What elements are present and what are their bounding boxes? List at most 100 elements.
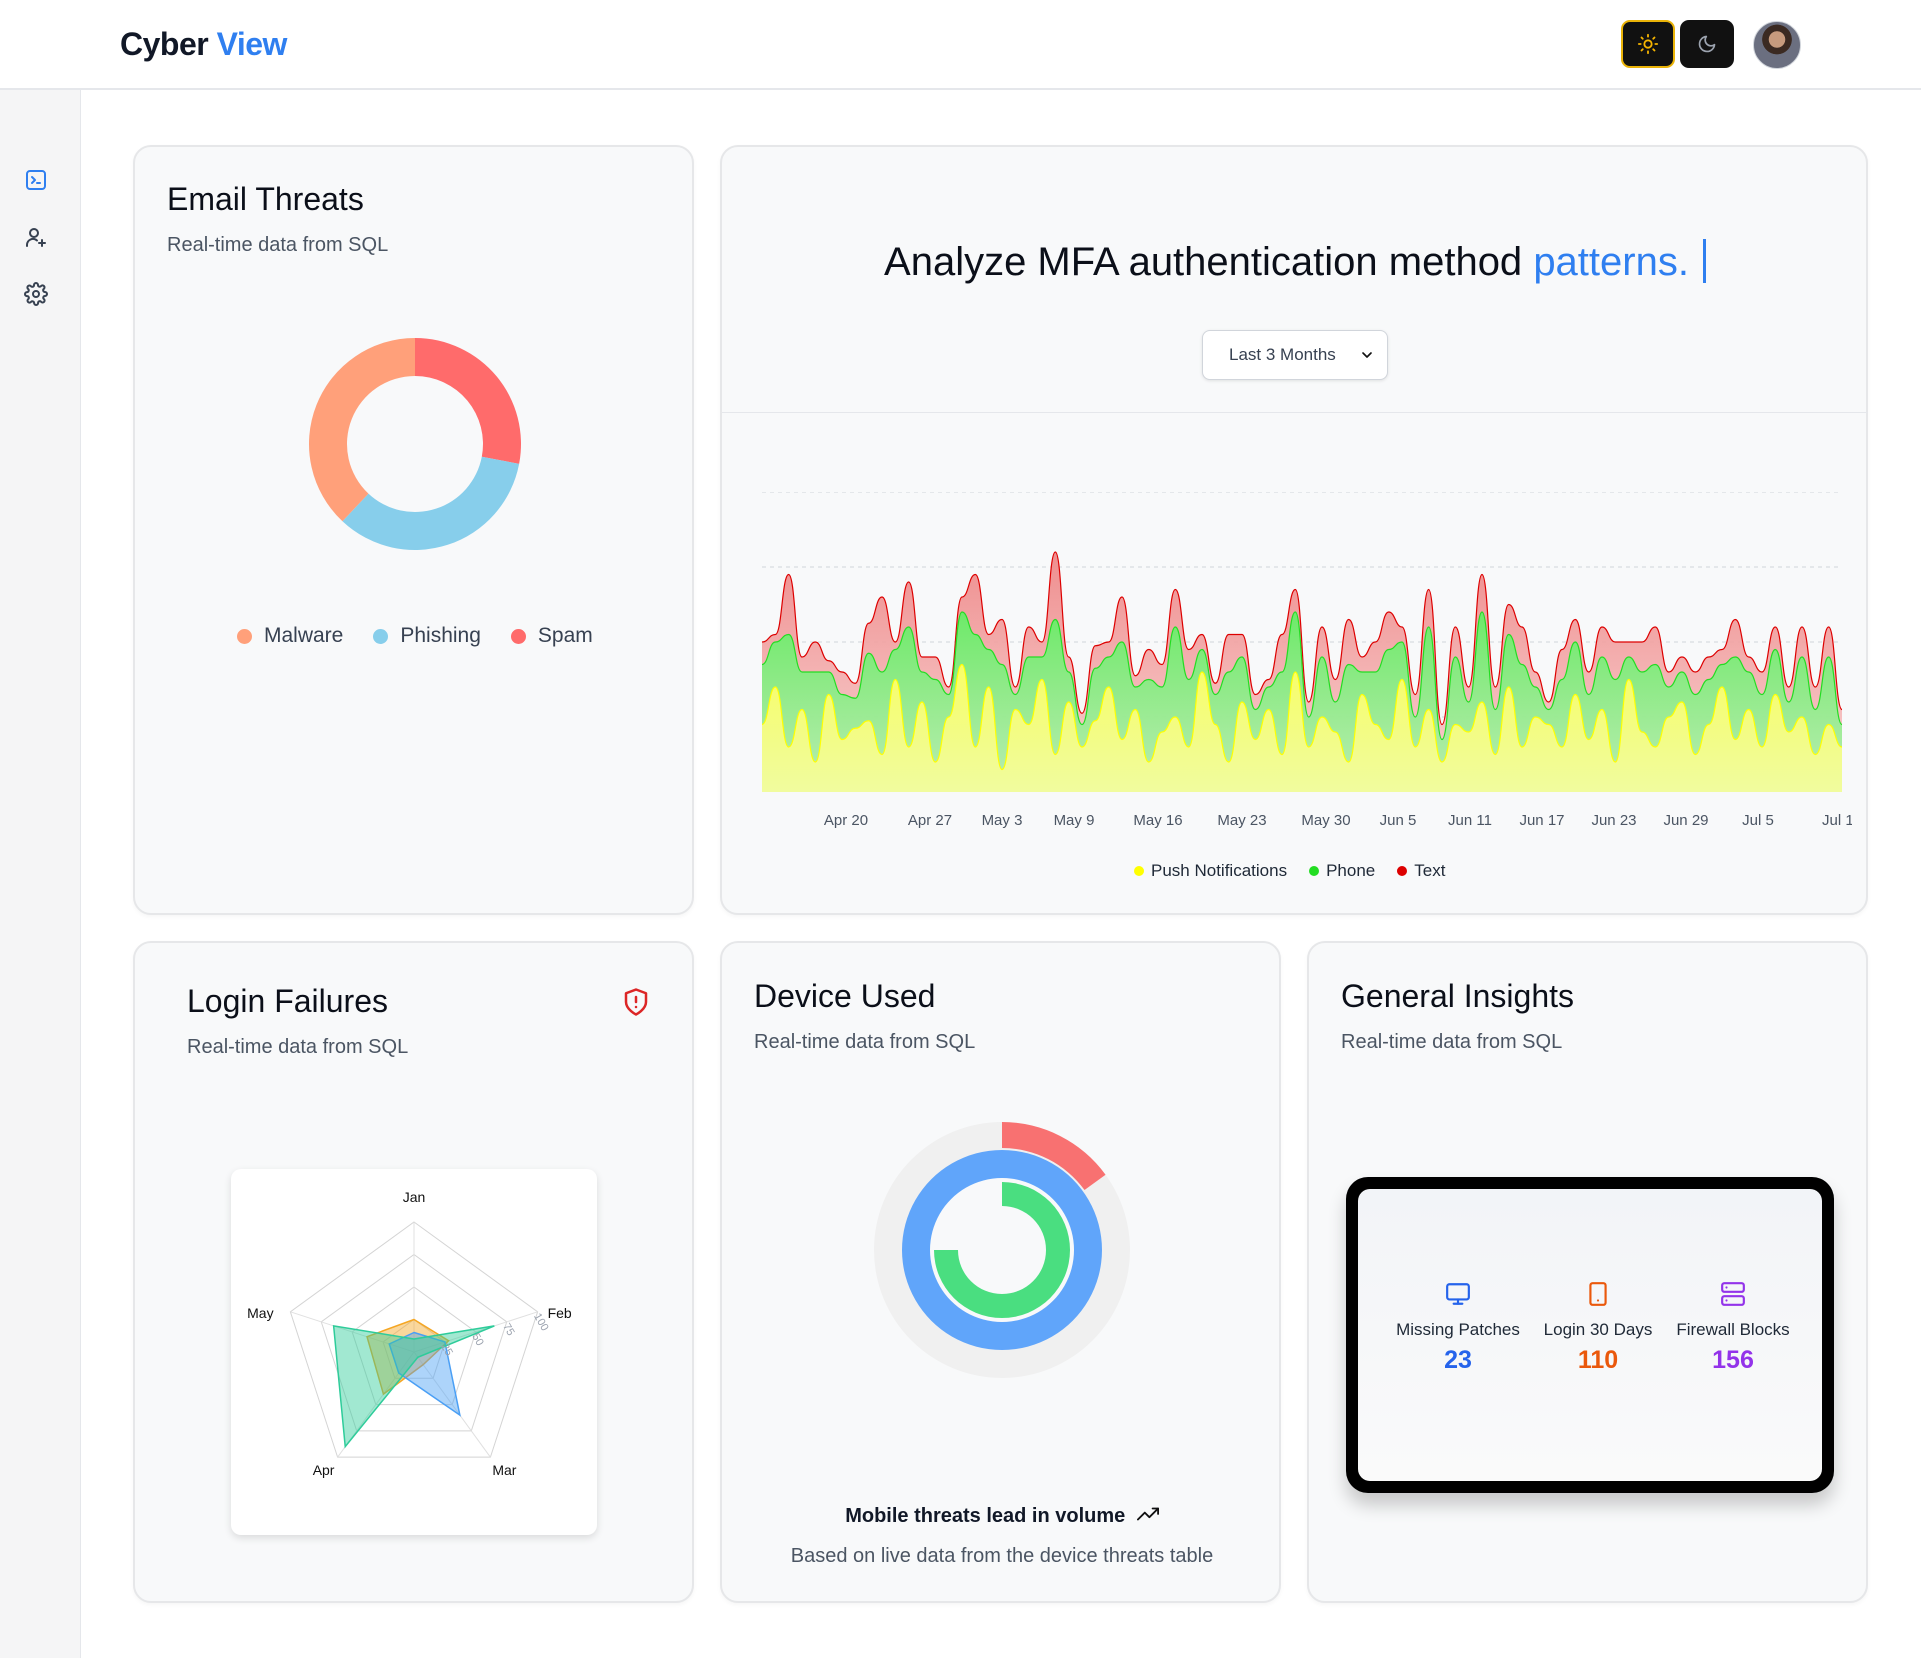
legend-item-malware[interactable]: Malware xyxy=(237,624,343,648)
legend-label: Text xyxy=(1414,861,1446,880)
card-title: General Insights xyxy=(1341,978,1575,1014)
stat-missing-patches[interactable]: Missing Patches 23 xyxy=(1388,1281,1528,1375)
mfa-patterns-card: Analyze MFA authentication method patter… xyxy=(720,145,1868,915)
stat-login-30-days[interactable]: Login 30 Days 110 xyxy=(1528,1281,1668,1375)
sidebar-item-settings[interactable] xyxy=(22,280,50,308)
donut-slice-spam[interactable] xyxy=(415,338,521,464)
radar-chart-panel: 25 50 75 100 Jan Feb Mar Apr May xyxy=(231,1169,597,1535)
brand-name: Cyber xyxy=(120,26,209,62)
typing-caret xyxy=(1702,239,1706,283)
donut-slice-phishing[interactable] xyxy=(342,456,520,550)
sidebar-item-users[interactable] xyxy=(22,223,50,251)
x-tick-label: Apr 20 xyxy=(824,812,868,829)
legend-item-text[interactable]: Text xyxy=(1397,861,1445,881)
light-theme-button[interactable] xyxy=(1621,20,1675,68)
date-range-select[interactable]: Last 3 Months xyxy=(1202,330,1388,380)
legend-label: Spam xyxy=(537,624,593,647)
tablet-screen: Missing Patches 23 Login 30 Days 110 Fir… xyxy=(1358,1189,1822,1481)
stat-label: Missing Patches xyxy=(1396,1320,1520,1339)
donut-slice-malware[interactable] xyxy=(308,338,415,522)
card-title: Email Threats xyxy=(167,181,364,217)
legend-item-phone[interactable]: Phone xyxy=(1309,861,1375,881)
x-tick-label: Jul 12 xyxy=(1822,812,1852,829)
stat-value: 23 xyxy=(1444,1346,1472,1374)
stat-label: Firewall Blocks xyxy=(1676,1320,1790,1339)
x-tick-label: May 3 xyxy=(982,812,1023,829)
card-subtitle: Real-time data from SQL xyxy=(167,234,389,256)
radar-category-label: Feb xyxy=(548,1305,572,1321)
tablet-frame: Missing Patches 23 Login 30 Days 110 Fir… xyxy=(1346,1177,1834,1493)
login-failures-card: Login Failures Real-time data from SQL 2… xyxy=(133,941,694,1603)
sun-icon xyxy=(1637,33,1659,55)
monitor-icon xyxy=(1446,1283,1470,1305)
radar-category-label: May xyxy=(247,1305,273,1321)
x-tick-label: Jul 5 xyxy=(1742,812,1774,829)
legend-dot xyxy=(1309,866,1320,876)
legend-dot xyxy=(237,628,252,644)
mfa-heading-text: Analyze MFA authentication method xyxy=(884,240,1523,284)
smartphone-icon xyxy=(1589,1282,1607,1306)
x-tick-label: May 23 xyxy=(1217,812,1266,829)
x-tick-label: Jun 11 xyxy=(1448,812,1492,829)
card-subtitle: Real-time data from SQL xyxy=(1341,1031,1563,1053)
stat-value: 110 xyxy=(1577,1346,1619,1374)
divider xyxy=(722,412,1868,413)
device-insight-headline: Mobile threats lead in volume xyxy=(722,1503,1282,1528)
date-range-value: Last 3 Months xyxy=(1229,345,1336,364)
x-tick-label: Jun 17 xyxy=(1519,812,1564,829)
server-icon xyxy=(1721,1282,1745,1306)
radar-category-label: Mar xyxy=(492,1462,516,1478)
sidebar-item-terminal[interactable] xyxy=(22,166,50,194)
legend-item-push[interactable]: Push Notifications xyxy=(1134,861,1287,881)
card-title: Device Used xyxy=(754,978,936,1014)
email-threats-donut-chart[interactable] xyxy=(305,334,525,554)
legend-dot xyxy=(373,628,389,644)
login-failures-radar-chart[interactable]: 255075 100JanFebMarAprMay xyxy=(231,1169,597,1535)
trending-up-icon xyxy=(1136,1507,1159,1521)
gear-icon xyxy=(24,282,48,306)
user-plus-icon xyxy=(25,228,46,247)
legend-label: Malware xyxy=(264,624,344,647)
legend-label: Push Notifications xyxy=(1151,861,1288,880)
top-bar: Cyber View xyxy=(0,0,1921,90)
terminal-icon xyxy=(26,170,46,190)
stat-label: Login 30 Days xyxy=(1543,1320,1653,1339)
legend-dot xyxy=(1134,866,1144,876)
card-title: Login Failures xyxy=(187,983,388,1019)
mfa-heading: Analyze MFA authentication method patter… xyxy=(722,239,1868,285)
brand-logo[interactable]: Cyber View xyxy=(120,26,287,63)
chevron-down-icon xyxy=(1362,352,1372,358)
user-avatar[interactable] xyxy=(1753,21,1801,69)
x-tick-label: May 9 xyxy=(1054,812,1095,829)
device-used-card: Device Used Real-time data from SQL Mobi… xyxy=(720,941,1281,1603)
x-tick-label: May 30 xyxy=(1301,812,1350,829)
mfa-heading-accent: patterns. xyxy=(1533,240,1689,284)
x-tick-label: Apr 27 xyxy=(908,812,952,829)
stat-firewall-blocks[interactable]: Firewall Blocks 156 xyxy=(1663,1281,1803,1375)
legend-dot xyxy=(1397,866,1408,876)
legend-label: Phone xyxy=(1326,861,1376,880)
legend-item-phishing[interactable]: Phishing xyxy=(373,624,481,648)
card-subtitle: Real-time data from SQL xyxy=(187,1036,409,1058)
device-insight-subtext: Based on live data from the device threa… xyxy=(790,1545,1214,1567)
legend-label: Phishing xyxy=(400,624,481,647)
email-threats-card: Email Threats Real-time data from SQL Ma… xyxy=(133,145,694,915)
x-tick-label: Jun 5 xyxy=(1380,812,1417,829)
sidebar xyxy=(0,90,81,1658)
mfa-legend: Push Notifications Phone Text xyxy=(1134,861,1467,881)
moon-icon xyxy=(1698,35,1716,53)
brand-name-accent: View xyxy=(216,26,288,62)
email-threats-legend: Malware Phishing Spam xyxy=(237,624,623,648)
radar-category-label: Jan xyxy=(403,1189,426,1205)
radar-series-3[interactable] xyxy=(332,1324,495,1449)
dark-theme-button[interactable] xyxy=(1680,20,1734,68)
legend-item-spam[interactable]: Spam xyxy=(510,624,593,648)
stat-value: 156 xyxy=(1712,1346,1754,1374)
general-insights-card: General Insights Real-time data from SQL… xyxy=(1307,941,1868,1603)
mfa-area-chart[interactable]: Apr 20 Apr 27 May 3 May 9 May 16 May 23 May 30… xyxy=(742,492,1852,832)
x-tick-label: Jun 23 xyxy=(1591,812,1636,829)
device-radial-chart[interactable] xyxy=(867,1115,1137,1385)
radar-category-label: Apr xyxy=(313,1462,335,1478)
legend-dot xyxy=(510,628,526,644)
shield-alert-icon[interactable] xyxy=(621,987,651,1017)
